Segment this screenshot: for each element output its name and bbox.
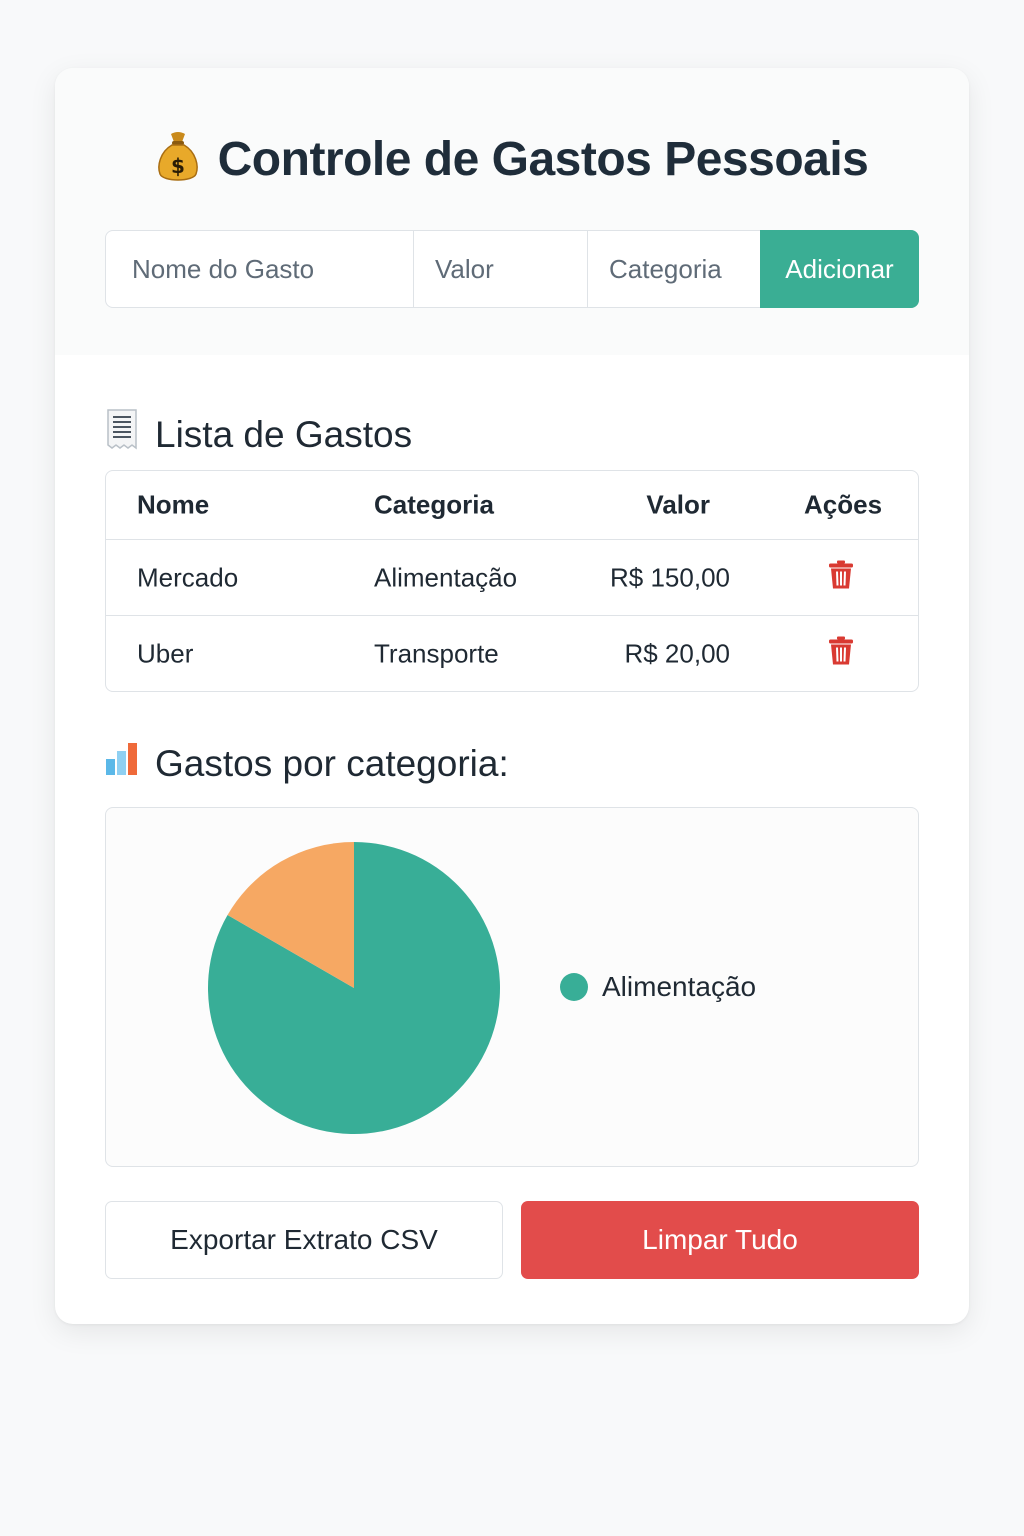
expense-category-input[interactable] <box>609 253 760 285</box>
row-nome: Uber <box>137 638 194 669</box>
list-section-heading: Lista de Gastos <box>105 408 412 461</box>
title-row: $ Controle de Gastos Pessoais <box>55 130 969 189</box>
table-header: Nome Categoria Valor Ações <box>106 471 918 540</box>
column-header-valor: Valor <box>646 489 710 520</box>
chart-section-heading: Gastos por categoria: <box>105 742 509 785</box>
column-header-nome: Nome <box>137 489 210 520</box>
list-title: Lista de Gastos <box>155 413 413 455</box>
column-header-categoria: Categoria <box>374 489 494 520</box>
table-row: Uber Transporte R$ 20,00 <box>106 616 918 691</box>
card-header-area <box>55 68 969 355</box>
svg-text:$: $ <box>171 154 185 178</box>
receipt-icon <box>105 408 139 461</box>
expense-card: $ Controle de Gastos Pessoais Adicionar <box>55 68 969 1324</box>
trash-icon[interactable] <box>828 559 854 596</box>
clear-all-button[interactable]: Limpar Tudo <box>521 1201 919 1279</box>
table-row: Mercado Alimentação R$ 150,00 <box>106 540 918 616</box>
expense-value-field[interactable] <box>414 231 588 307</box>
trash-icon[interactable] <box>828 636 854 673</box>
export-csv-button[interactable]: Exportar Extrato CSV <box>105 1201 503 1279</box>
legend-swatch <box>560 973 588 1001</box>
category-chart: Alimentação <box>105 807 919 1167</box>
expense-value-input[interactable] <box>435 253 587 285</box>
page-title: Controle de Gastos Pessoais <box>217 133 869 186</box>
chart-legend: Alimentação <box>560 971 756 1003</box>
expense-name-field[interactable] <box>106 231 414 307</box>
pie-chart <box>208 842 500 1134</box>
expense-category-field[interactable] <box>588 231 760 307</box>
column-header-acoes: Ações <box>804 489 883 520</box>
row-valor: R$ 150,00 <box>610 562 730 592</box>
row-categoria: Alimentação <box>374 562 518 592</box>
bar-chart-icon <box>105 742 139 785</box>
add-expense-form: Adicionar <box>105 230 919 308</box>
row-valor: R$ 20,00 <box>624 638 730 669</box>
chart-title: Gastos por categoria: <box>155 742 509 784</box>
expense-name-input[interactable] <box>132 253 413 285</box>
legend-label: Alimentação <box>602 971 757 1002</box>
money-bag-icon: $ <box>156 130 200 189</box>
row-nome: Mercado <box>137 562 239 592</box>
row-categoria: Transporte <box>374 638 499 669</box>
add-button[interactable]: Adicionar <box>760 230 919 308</box>
expense-table: Nome Categoria Valor Ações Mercado Alime… <box>105 470 919 692</box>
